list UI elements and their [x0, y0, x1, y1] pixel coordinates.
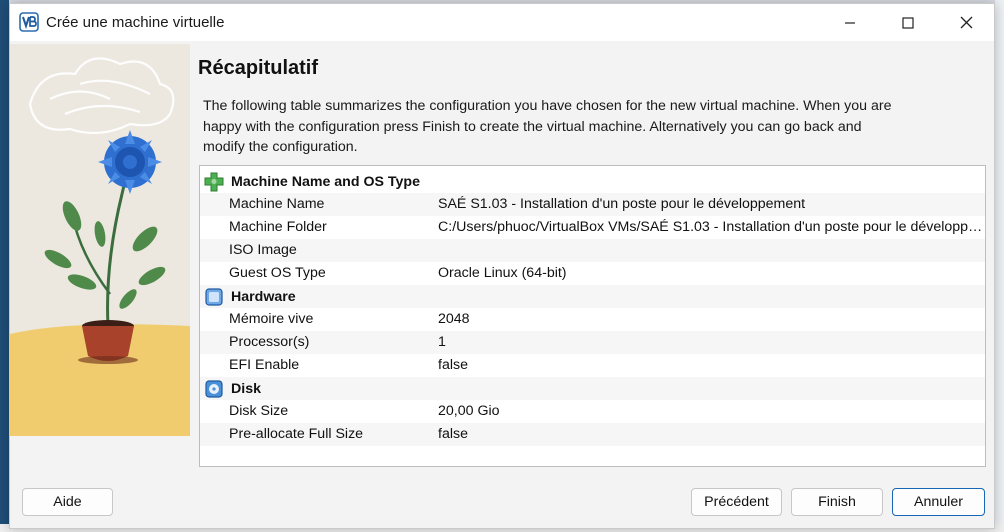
- row-key: Pre-allocate Full Size: [229, 426, 364, 442]
- row-value: false: [438, 357, 468, 373]
- row-key: Processor(s): [229, 334, 310, 350]
- row-key: Disk Size: [229, 403, 289, 419]
- table-row: Processor(s) 1: [200, 331, 985, 354]
- row-key: Machine Name: [229, 196, 325, 212]
- page-title: Récapitulatif: [198, 57, 319, 79]
- help-button[interactable]: Aide: [22, 488, 113, 516]
- table-row: EFI Enable false: [200, 354, 985, 377]
- desktop-background-left: [0, 0, 9, 532]
- maximize-button[interactable]: [879, 4, 937, 41]
- row-value: 1: [438, 334, 446, 350]
- row-value: 2048: [438, 311, 470, 327]
- row-key: ISO Image: [229, 242, 297, 258]
- cancel-button[interactable]: Annuler: [892, 488, 985, 516]
- create-vm-dialog: Crée une machine virtuelle Récapitulatif…: [9, 3, 995, 529]
- section-disk-label: Disk: [231, 381, 261, 397]
- title-bar[interactable]: Crée une machine virtuelle: [10, 4, 994, 41]
- virtualbox-icon: [19, 12, 39, 32]
- table-row: Guest OS Type Oracle Linux (64-bit): [200, 262, 985, 285]
- section-machine-label: Machine Name and OS Type: [231, 174, 420, 190]
- row-key: Guest OS Type: [229, 265, 326, 281]
- row-key: Mémoire vive: [229, 311, 314, 327]
- minimize-icon: [845, 21, 855, 24]
- close-button[interactable]: [937, 4, 995, 41]
- summary-table[interactable]: Machine Name and OS Type Machine Name SA…: [199, 165, 986, 467]
- table-row: ISO Image: [200, 239, 985, 262]
- chip-icon: [204, 287, 224, 307]
- section-hardware-label: Hardware: [231, 289, 296, 305]
- finish-button[interactable]: Finish: [791, 488, 883, 516]
- table-row: Pre-allocate Full Size false: [200, 423, 985, 446]
- row-value: SAÉ S1.03 - Installation d'un poste pour…: [438, 196, 806, 212]
- table-row: Mémoire vive 2048: [200, 308, 985, 331]
- back-button[interactable]: Précédent: [691, 488, 782, 516]
- close-icon: [960, 16, 972, 29]
- row-value: 20,00 Gio: [438, 403, 500, 419]
- row-key: Machine Folder: [229, 219, 327, 235]
- machine-green-puzzle-icon: [204, 172, 224, 192]
- disk-icon: [204, 379, 224, 399]
- page-description: The following table summarizes the confi…: [203, 98, 892, 155]
- minimize-button[interactable]: [821, 4, 879, 41]
- wizard-illustration: [10, 44, 190, 436]
- desktop-background-right: [995, 0, 1004, 532]
- section-hardware: Hardware: [200, 285, 985, 308]
- table-row: Disk Size 20,00 Gio: [200, 400, 985, 423]
- row-value: Oracle Linux (64-bit): [438, 265, 567, 281]
- window-title: Crée une machine virtuelle: [46, 14, 225, 31]
- row-key: EFI Enable: [229, 357, 300, 373]
- maximize-icon: [902, 16, 914, 29]
- row-value: false: [438, 426, 468, 442]
- row-value: C:/Users/phuoc/VirtualBox VMs/SAÉ S1.03 …: [438, 219, 983, 235]
- table-row: Machine Name SAÉ S1.03 - Installation d'…: [200, 193, 985, 216]
- section-disk: Disk: [200, 377, 985, 400]
- section-machine: Machine Name and OS Type: [200, 170, 985, 193]
- table-row: Machine Folder C:/Users/phuoc/VirtualBox…: [200, 216, 985, 239]
